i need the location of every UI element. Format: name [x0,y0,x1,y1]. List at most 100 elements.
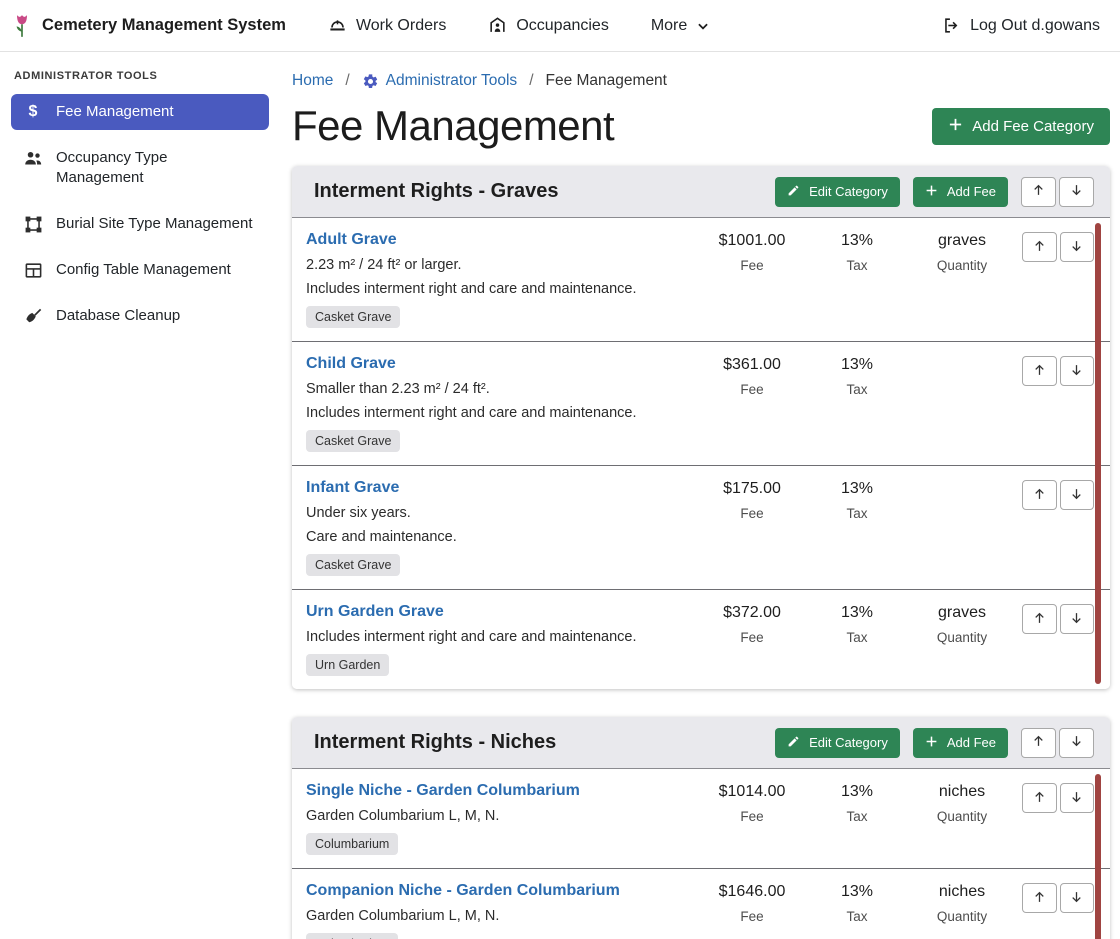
move-category-down-button[interactable] [1059,177,1094,207]
sidebar-item-label: Config Table Management [56,260,231,280]
fee-quantity-value: graves [902,232,1022,250]
fee-quantity-column: niches Quantity [902,782,1022,824]
fee-details: Adult Grave 2.23 m² / 24 ft² or larger.I… [306,231,692,328]
scrollbar-thumb[interactable] [1095,223,1101,684]
arrow-up-icon [1033,487,1046,504]
plus-icon [925,184,938,200]
nav-work-orders-label: Work Orders [356,17,446,35]
page-title: Fee Management [292,102,614,150]
table-icon [22,260,44,280]
nav-work-orders[interactable]: Work Orders [328,16,446,35]
fee-quantity-value: graves [902,604,1022,622]
fee-tax-label: Tax [812,630,902,645]
pencil-icon [787,184,800,200]
sidebar-item-label: Database Cleanup [56,306,180,326]
category-header: Interment Rights - Graves Edit Category … [292,166,1110,218]
move-fee-down-button[interactable] [1060,883,1095,913]
move-category-up-button[interactable] [1021,728,1056,758]
sidebar-item-burial-site-type-management[interactable]: Burial Site Type Management [11,206,269,242]
move-fee-up-button[interactable] [1022,604,1057,634]
top-navbar: Cemetery Management System Work Orders [0,0,1120,52]
fee-description-line: Garden Columbarium L, M, N. [306,808,692,824]
fee-row: Companion Niche - Garden Columbarium Gar… [292,869,1110,939]
move-fee-up-button[interactable] [1022,480,1057,510]
fee-amount-label: Fee [692,506,812,521]
sidebar-item-database-cleanup[interactable]: Database Cleanup [11,298,269,334]
fee-type-badge: Columbarium [306,933,398,939]
fee-name-link[interactable]: Companion Niche - Garden Columbarium [306,882,620,900]
move-fee-down-button[interactable] [1060,604,1095,634]
move-fee-up-button[interactable] [1022,232,1057,262]
category-body: Adult Grave 2.23 m² / 24 ft² or larger.I… [292,218,1110,689]
edit-category-label: Edit Category [809,184,888,199]
fee-amount-label: Fee [692,809,812,824]
fee-amount-column: $361.00 Fee [692,355,812,397]
fee-name-link[interactable]: Single Niche - Garden Columbarium [306,782,580,800]
breadcrumb-admin-tools-link[interactable]: Administrator Tools [362,72,518,90]
fee-name-link[interactable]: Adult Grave [306,231,397,249]
move-fee-down-button[interactable] [1060,480,1095,510]
nav-occupancies[interactable]: Occupancies [488,16,609,35]
edit-category-button[interactable]: Edit Category [775,177,900,207]
fee-quantity-column: graves Quantity [902,231,1022,273]
fee-amount-label: Fee [692,630,812,645]
move-category-down-button[interactable] [1059,728,1094,758]
move-fee-up-button[interactable] [1022,783,1057,813]
fee-details: Urn Garden Grave Includes interment righ… [306,603,692,676]
fee-reorder-group [1022,882,1094,913]
fee-tax-value: 13% [812,883,902,901]
sidebar-item-occupancy-type-management[interactable]: Occupancy Type Management [11,140,269,196]
scrollbar-thumb[interactable] [1095,774,1101,939]
fee-description-line: Includes interment right and care and ma… [306,629,692,645]
category-body: Single Niche - Garden Columbarium Garden… [292,769,1110,939]
fee-amount-value: $175.00 [692,480,812,498]
add-fee-button[interactable]: Add Fee [913,177,1008,207]
add-fee-button[interactable]: Add Fee [913,728,1008,758]
fee-name-link[interactable]: Urn Garden Grave [306,603,444,621]
fee-amount-column: $1646.00 Fee [692,882,812,924]
move-fee-down-button[interactable] [1060,232,1095,262]
move-fee-up-button[interactable] [1022,356,1057,386]
dollar-icon: $ [22,102,44,121]
fee-description-line: Under six years. [306,505,692,521]
arrow-up-icon [1032,183,1045,200]
fee-row: Infant Grave Under six years.Care and ma… [292,466,1110,590]
sidebar-item-fee-management[interactable]: $ Fee Management [11,94,269,130]
fee-descriptions: Under six years.Care and maintenance. [306,505,692,545]
fee-name-link[interactable]: Infant Grave [306,479,399,497]
fee-row: Child Grave Smaller than 2.23 m² / 24 ft… [292,342,1110,466]
add-fee-category-button[interactable]: Add Fee Category [932,108,1110,145]
app-brand[interactable]: Cemetery Management System [12,13,286,39]
logout-link[interactable]: Log Out d.gowans [942,16,1100,35]
breadcrumb: Home / Administrator Tools / Fee Managem… [292,64,1110,92]
fee-quantity-column: niches Quantity [902,882,1022,924]
fee-amount-column: $1001.00 Fee [692,231,812,273]
sidebar-item-label: Occupancy Type Management [56,148,258,188]
arrow-down-icon [1070,890,1083,907]
edit-category-label: Edit Category [809,735,888,750]
fee-row: Adult Grave 2.23 m² / 24 ft² or larger.I… [292,218,1110,342]
fee-amount-value: $361.00 [692,356,812,374]
fee-description-line: Garden Columbarium L, M, N. [306,908,692,924]
fee-category-card: Interment Rights - Graves Edit Category … [292,166,1110,689]
logout-icon [942,16,961,35]
edit-category-button[interactable]: Edit Category [775,728,900,758]
fee-description-line: Includes interment right and care and ma… [306,281,692,297]
category-title: Interment Rights - Graves [314,180,559,203]
fee-name-link[interactable]: Child Grave [306,355,396,373]
fee-amount-value: $1001.00 [692,232,812,250]
fee-tax-label: Tax [812,506,902,521]
users-icon [22,148,44,167]
move-category-up-button[interactable] [1021,177,1056,207]
fee-details: Single Niche - Garden Columbarium Garden… [306,782,692,855]
fee-tax-column: 13% Tax [812,355,902,397]
category-actions: Edit Category Add Fee [775,177,1094,207]
nav-more[interactable]: More [651,17,710,35]
sidebar-item-config-table-management[interactable]: Config Table Management [11,252,269,288]
breadcrumb-home-link[interactable]: Home [292,72,333,90]
fee-amount-label: Fee [692,909,812,924]
move-fee-down-button[interactable] [1060,783,1095,813]
breadcrumb-separator: / [345,72,349,90]
move-fee-down-button[interactable] [1060,356,1095,386]
move-fee-up-button[interactable] [1022,883,1057,913]
